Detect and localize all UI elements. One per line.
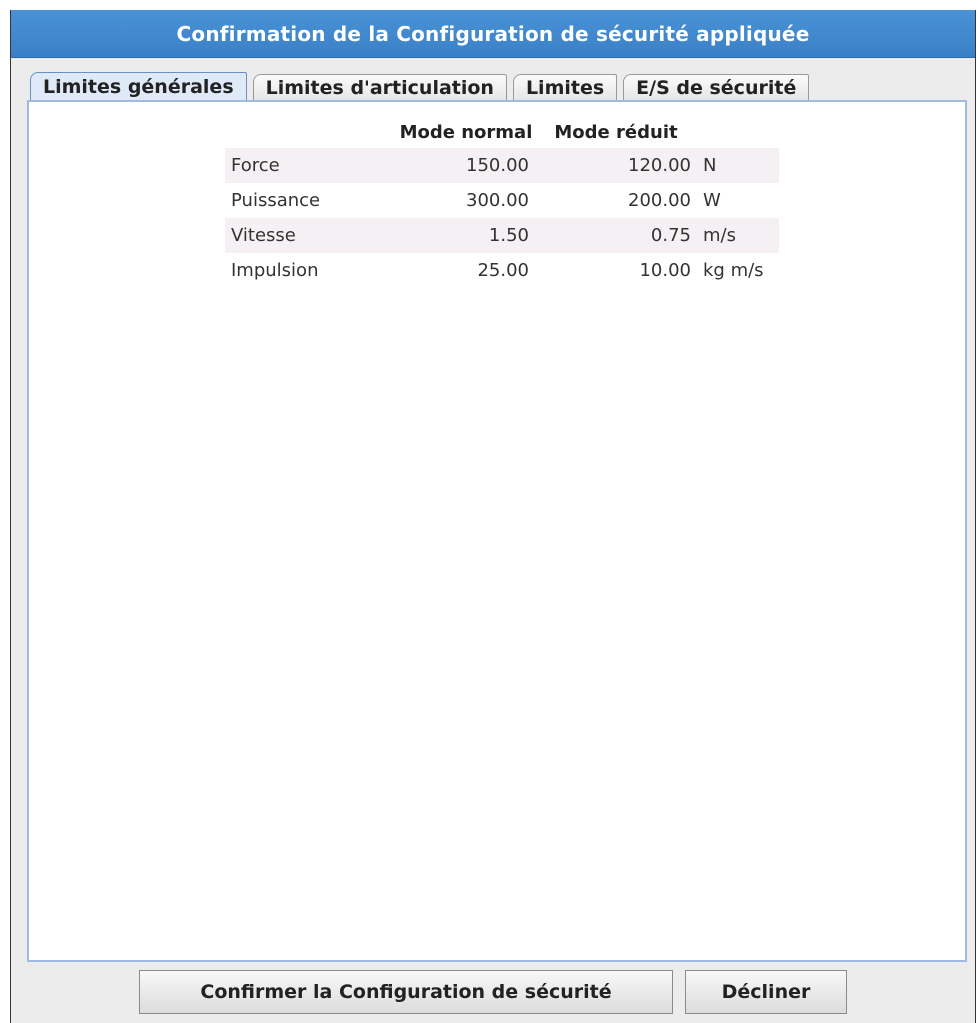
- tab-general-limits[interactable]: Limites générales: [30, 72, 247, 100]
- normal-value: 150.00: [397, 148, 535, 183]
- reduced-value: 10.00: [639, 260, 691, 281]
- header-reduced-mode: Mode réduit: [554, 121, 678, 143]
- decline-button[interactable]: Décliner: [685, 970, 847, 1014]
- row-label: Force: [225, 148, 397, 183]
- header-empty-name: [225, 116, 397, 148]
- unit-label: W: [703, 190, 721, 211]
- safety-confirmation-dialog: Confirmation de la Configuration de sécu…: [10, 10, 976, 1023]
- table-row-force: Force 150.00 120.00 N: [225, 148, 779, 183]
- tab-panel-general-limits: Mode normal Mode réduit Force 150.00 120…: [27, 100, 967, 962]
- normal-value: 300.00: [466, 190, 529, 211]
- reduced-value: 200.00: [628, 190, 691, 211]
- dialog-titlebar: Confirmation de la Configuration de sécu…: [11, 10, 975, 58]
- table-row-momentum: Impulsion 25.00 10.00 kg m/s: [225, 253, 779, 288]
- confirm-safety-config-button[interactable]: Confirmer la Configuration de sécurité: [139, 970, 673, 1014]
- dialog-title: Confirmation de la Configuration de sécu…: [176, 21, 810, 46]
- unit-label: N: [697, 148, 779, 183]
- reduced-value: 0.75: [535, 218, 697, 253]
- table-row-power: Puissance 300.00 200.00 W: [225, 183, 779, 218]
- row-label: Puissance: [231, 190, 321, 211]
- unit-label: kg m/s: [703, 260, 764, 281]
- header-empty-unit: [697, 116, 779, 148]
- row-label: Vitesse: [225, 218, 397, 253]
- header-normal-mode: Mode normal: [399, 121, 533, 143]
- table-row-speed: Vitesse 1.50 0.75 m/s: [225, 218, 779, 253]
- general-limits-table: Mode normal Mode réduit Force 150.00 120…: [225, 116, 779, 288]
- tab-joint-limits[interactable]: Limites d'articulation: [252, 74, 507, 100]
- unit-label: m/s: [697, 218, 779, 253]
- row-label: Impulsion: [231, 260, 319, 281]
- table-header-row: Mode normal Mode réduit: [225, 116, 779, 148]
- tab-bar: Limites générales Limites d'articulation…: [30, 72, 815, 100]
- reduced-value: 120.00: [535, 148, 697, 183]
- tab-boundaries[interactable]: Limites: [512, 74, 618, 100]
- tab-safety-io[interactable]: E/S de sécurité: [623, 74, 810, 100]
- dialog-button-bar: Confirmer la Configuration de sécurité D…: [11, 970, 975, 1018]
- normal-value: 25.00: [477, 260, 529, 281]
- normal-value: 1.50: [397, 218, 535, 253]
